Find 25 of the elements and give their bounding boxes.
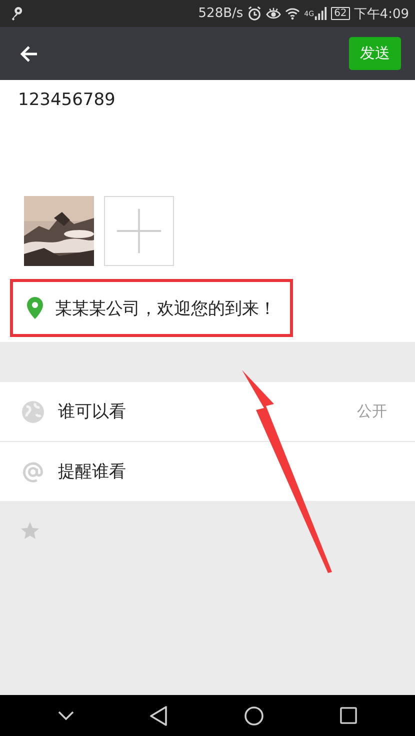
- location-pin-icon: [27, 297, 43, 319]
- key-icon: [10, 6, 23, 21]
- clock-time: 下午4:09: [354, 6, 409, 22]
- location-row[interactable]: 某某某公司，欢迎您的到来！: [10, 279, 293, 337]
- alarm-icon: [247, 6, 262, 21]
- option-label: 提醒谁看: [58, 461, 127, 483]
- option-label: 谁可以看: [58, 401, 127, 423]
- chevron-down-icon[interactable]: [58, 710, 74, 720]
- recents-icon[interactable]: [340, 707, 357, 724]
- location-text: 某某某公司，欢迎您的到来！: [55, 298, 276, 320]
- back-arrow-icon[interactable]: [19, 44, 39, 64]
- back-icon[interactable]: [150, 706, 168, 726]
- globe-icon: [22, 400, 44, 422]
- battery-level: 62: [331, 7, 350, 20]
- option-row[interactable]: 谁可以看 公开: [0, 382, 415, 441]
- network-speed: 528B/s: [198, 6, 244, 21]
- star-icon: [20, 521, 40, 541]
- at-sign-icon: [22, 460, 44, 482]
- option-value: 公开: [357, 402, 387, 421]
- wifi-icon: [285, 7, 300, 20]
- post-text[interactable]: 123456789: [0, 90, 415, 110]
- home-icon[interactable]: [244, 706, 264, 726]
- eye-icon: [266, 6, 282, 21]
- signal-icon: [314, 7, 328, 20]
- plus-icon: [115, 207, 163, 255]
